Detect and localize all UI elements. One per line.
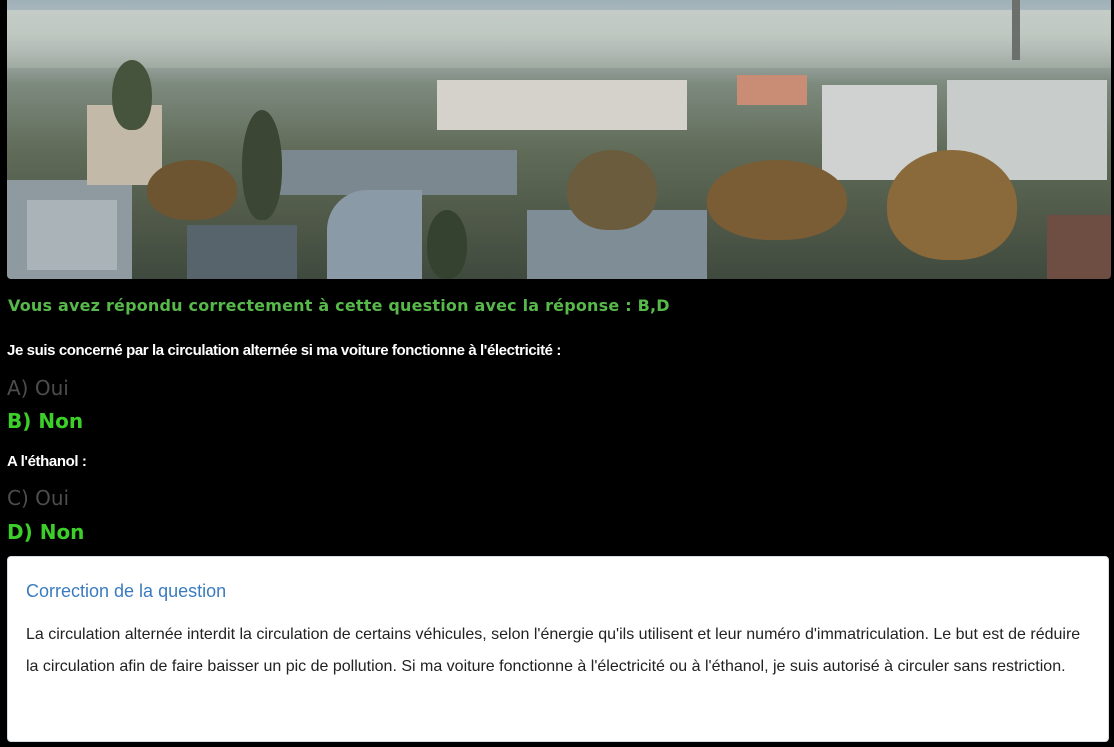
question-text: A l'éthanol : [7,453,87,470]
tree-shape [112,60,152,130]
tree-shape [242,110,282,220]
building-shape [327,190,422,279]
building-shape [187,225,297,279]
tree-shape [427,210,467,279]
tree-shape [567,150,657,230]
building-shape [437,80,687,130]
tree-shape [707,160,847,240]
building-shape [27,200,117,270]
building-shape [277,150,517,195]
city-photo [7,0,1111,279]
correction-panel: Correction de la question La circulation… [7,556,1109,742]
tree-shape [887,150,1017,260]
result-message: Vous avez répondu correctement à cette q… [8,296,670,315]
correction-title: Correction de la question [26,581,227,601]
correction-text: La circulation alternée interdit la circ… [26,626,1081,675]
answer-option-a: A) Oui [7,376,69,400]
river-band [7,10,1111,68]
answer-option-d: D) Non [7,520,85,544]
building-shape [737,75,807,105]
tree-shape [147,160,237,220]
answer-option-c: C) Oui [7,486,70,510]
chimney-shape [1012,0,1020,60]
answer-option-b: B) Non [7,409,84,433]
question-text: Je suis concerné par la circulation alte… [7,342,561,359]
building-shape [1047,215,1111,279]
